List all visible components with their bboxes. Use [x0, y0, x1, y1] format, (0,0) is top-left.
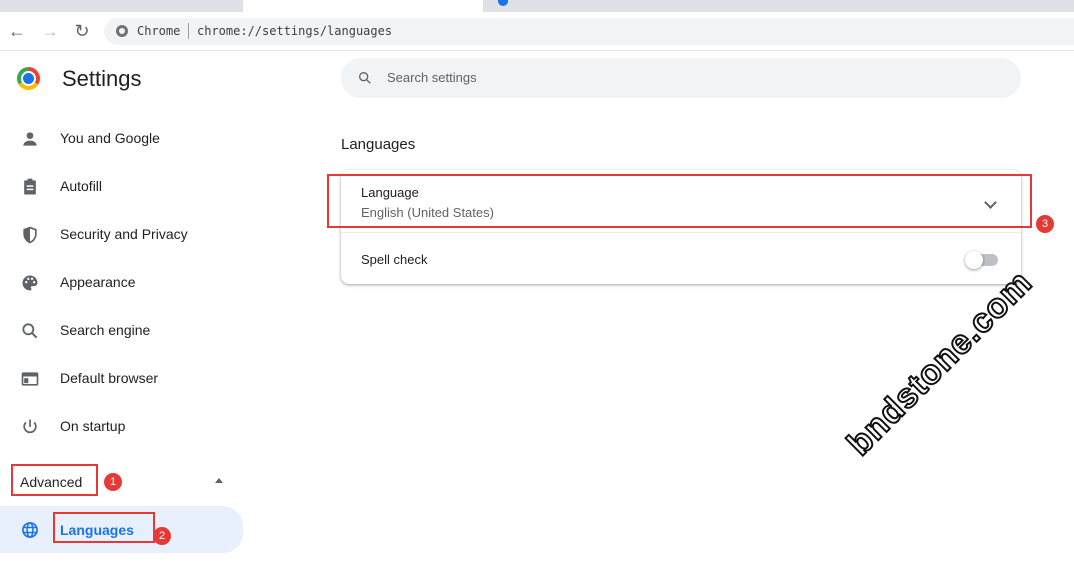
- sidebar-item-label: Autofill: [60, 178, 103, 194]
- palette-icon: [22, 275, 38, 291]
- annotation-box-advanced: [11, 464, 98, 496]
- search-icon: [359, 72, 371, 84]
- forward-icon[interactable]: →: [41, 22, 59, 40]
- section-title: Languages: [341, 136, 416, 153]
- spell-check-label: Spell check: [361, 252, 428, 267]
- tab-strip: [0, 0, 1074, 12]
- sidebar-item-label: Search engine: [60, 322, 151, 338]
- shield-icon: [23, 226, 37, 244]
- address-bar[interactable]: Chrome chrome://settings/languages: [104, 18, 1074, 45]
- annotation-badge-2: 2: [153, 527, 171, 545]
- address-url[interactable]: chrome://settings/languages: [197, 24, 392, 38]
- clipboard-icon: [24, 178, 36, 195]
- sidebar-item-label: Default browser: [60, 370, 159, 386]
- reload-icon[interactable]: ↻: [73, 22, 91, 40]
- annotation-badge-1: 1: [104, 473, 122, 491]
- search-placeholder: Search settings: [387, 70, 477, 85]
- page-title: Settings: [62, 66, 142, 91]
- address-separator: [188, 23, 189, 39]
- sidebar-item-search-engine[interactable]: Search engine: [0, 310, 243, 350]
- sidebar-item-default-browser[interactable]: Default browser: [0, 358, 243, 398]
- search-input[interactable]: Search settings: [341, 58, 1021, 98]
- sidebar-item-label: On startup: [60, 418, 126, 434]
- sidebar-item-on-startup[interactable]: On startup: [0, 406, 243, 446]
- caret-up-icon: [215, 478, 223, 483]
- sidebar-item-label: Appearance: [60, 274, 136, 290]
- annotation-badge-3: 3: [1036, 215, 1054, 233]
- sidebar-item-label: Security and Privacy: [60, 226, 188, 242]
- tab-favicon-icon: [498, 0, 508, 6]
- chrome-icon: [116, 25, 128, 37]
- search-icon: [22, 323, 38, 339]
- browser-toolbar: ← → ↻ Chrome chrome://settings/languages: [0, 12, 1074, 51]
- browser-window-icon: [21, 372, 39, 386]
- watermark: bndstone.com: [839, 262, 1041, 464]
- sidebar-item-autofill[interactable]: Autofill: [0, 166, 243, 206]
- sidebar-item-you-and-google[interactable]: You and Google: [0, 118, 243, 158]
- back-icon[interactable]: ←: [8, 22, 26, 40]
- address-chip: Chrome: [137, 24, 181, 38]
- toggle-knob[interactable]: [965, 251, 983, 269]
- annotation-box-languages: [53, 512, 155, 543]
- sidebar-item-label: You and Google: [60, 130, 160, 146]
- chrome-logo-icon: [17, 67, 40, 90]
- sidebar-item-security-and-privacy[interactable]: Security and Privacy: [0, 214, 243, 254]
- person-icon: [23, 132, 37, 146]
- divider: [341, 232, 1021, 233]
- sidebar-item-appearance[interactable]: Appearance: [0, 262, 243, 302]
- active-tab[interactable]: [243, 0, 508, 12]
- power-icon: [23, 419, 37, 434]
- globe-icon: [22, 522, 38, 538]
- annotation-box-language-row: [327, 174, 1032, 228]
